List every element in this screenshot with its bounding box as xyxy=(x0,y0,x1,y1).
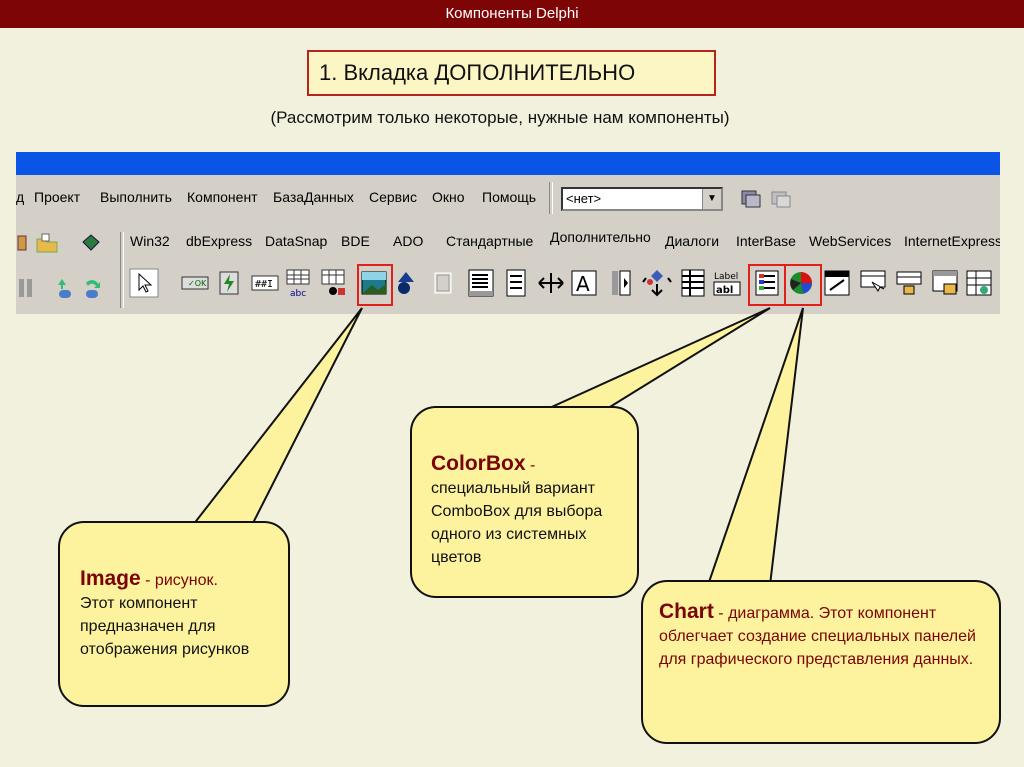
image-description: Этот компонент предназначен для отображе… xyxy=(80,595,250,658)
svg-text:##I: ##I xyxy=(255,279,273,290)
splitter-icon[interactable] xyxy=(536,268,566,298)
chevron-down-icon[interactable]: ▼ xyxy=(702,189,721,209)
label-text: Label xyxy=(714,272,738,282)
subtitle: (Рассмотрим только некоторые, нужные нам… xyxy=(270,108,730,127)
maskedit-icon[interactable]: ##I xyxy=(250,268,280,298)
colorbox-callout: ColorBox - специальный вариант ComboBox … xyxy=(410,406,639,598)
menu-item-project[interactable]: Проект xyxy=(34,189,80,205)
applicationevents-icon[interactable] xyxy=(642,268,672,298)
chart-callout: Chart - диаграмма. Этот компонент облегч… xyxy=(641,580,1001,744)
chart-highlight xyxy=(784,264,822,306)
image-highlight xyxy=(357,264,393,306)
bitbtn-icon[interactable]: ✓OK xyxy=(180,268,210,298)
tab-dialogs[interactable]: Диалоги xyxy=(665,233,719,249)
tab-datasnap[interactable]: DataSnap xyxy=(265,233,327,249)
desktop-combo-value: <нет> xyxy=(566,191,602,206)
checklistbox-icon[interactable] xyxy=(501,268,531,298)
menu-separator xyxy=(549,182,553,214)
controlbar-icon[interactable] xyxy=(606,268,636,298)
menu-item-run[interactable]: Выполнить xyxy=(100,189,172,205)
svg-text:✓OK: ✓OK xyxy=(188,279,207,288)
abc-label: abc xyxy=(290,289,306,298)
colorbox-pointer xyxy=(544,307,771,411)
drawgrid-icon[interactable] xyxy=(319,268,349,298)
menu-item-file[interactable]: д xyxy=(16,189,24,205)
speedbutton-icon[interactable] xyxy=(214,268,244,298)
menu-item-tools[interactable]: Сервис xyxy=(369,189,417,205)
image-pointer xyxy=(192,307,363,526)
colorbox-highlight xyxy=(748,264,786,306)
tab-standard[interactable]: Стандартные xyxy=(446,233,533,249)
xpcolormap-icon[interactable] xyxy=(964,268,994,298)
section-title: 1. Вкладка ДОПОЛНИТЕЛЬНО xyxy=(307,50,716,96)
bevel-icon[interactable] xyxy=(428,268,458,298)
customizedlg-icon[interactable] xyxy=(930,268,960,298)
shape-icon[interactable] xyxy=(394,268,424,298)
menu-item-component[interactable]: Компонент xyxy=(187,189,258,205)
pointer-icon[interactable] xyxy=(129,268,159,298)
chart-keyword: Chart xyxy=(659,600,714,623)
stringgrid-icon[interactable]: abc xyxy=(284,268,314,298)
tab-additional[interactable]: Дополнительно xyxy=(550,229,651,245)
actionmainmenubar-icon[interactable] xyxy=(858,268,888,298)
ide-title-bar xyxy=(16,152,1000,175)
tab-bde[interactable]: BDE xyxy=(341,233,370,249)
project-manager-icon[interactable] xyxy=(78,230,104,256)
actiontoolbar-icon[interactable] xyxy=(894,268,924,298)
component-palette-tabs: Win32 dbExpress DataSnap BDE ADO Стандар… xyxy=(120,227,1000,255)
tab-webservices[interactable]: WebServices xyxy=(809,233,891,249)
tab-win32[interactable]: Win32 xyxy=(130,233,170,249)
tab-dbexpress[interactable]: dbExpress xyxy=(186,233,252,249)
colorbox-dash: - xyxy=(525,457,536,474)
image-callout: Image - рисунок. Этот компонент предназн… xyxy=(58,521,290,707)
colorbox-keyword: ColorBox xyxy=(431,452,526,475)
actionmanager-icon[interactable] xyxy=(822,268,852,298)
desktop-combo[interactable]: <нет> ▼ xyxy=(561,187,723,211)
ide-menu-bar: д Проект Выполнить Компонент БазаДанных … xyxy=(16,180,1000,216)
scrollbox-icon[interactable] xyxy=(466,268,496,298)
set-debug-desktop-icon[interactable] xyxy=(768,186,794,212)
valuelisteditor-icon[interactable] xyxy=(678,268,708,298)
tab-internetexpress[interactable]: InternetExpress xyxy=(904,233,1000,249)
component-palette: ✓OK ##I abc A Label abl xyxy=(16,262,1000,308)
menu-item-database[interactable]: БазаДанных xyxy=(273,189,354,205)
menu-item-window[interactable]: Окно xyxy=(432,189,465,205)
top-bar: Компоненты Delphi xyxy=(0,0,1024,28)
colorbox-description: специальный вариант ComboBox для выбора … xyxy=(431,480,603,566)
svg-text:A: A xyxy=(576,272,590,296)
tab-interbase[interactable]: InterBase xyxy=(736,233,796,249)
header-title: Компоненты Delphi xyxy=(445,5,579,22)
tab-ado[interactable]: ADO xyxy=(393,233,423,249)
image-dash: - рисунок. xyxy=(140,572,218,589)
menu-item-help[interactable]: Помощь xyxy=(482,189,536,205)
statictext-icon[interactable]: A xyxy=(569,268,599,298)
open-project-icon[interactable] xyxy=(34,230,60,256)
chart-pointer xyxy=(707,307,804,586)
labelededit-icon[interactable]: Label abl xyxy=(712,268,742,298)
image-keyword: Image xyxy=(80,567,141,590)
delphi-ide-screenshot: д Проект Выполнить Компонент БазаДанных … xyxy=(16,152,1000,314)
save-desktop-icon[interactable] xyxy=(738,186,764,212)
abl-text: abl xyxy=(716,285,733,296)
